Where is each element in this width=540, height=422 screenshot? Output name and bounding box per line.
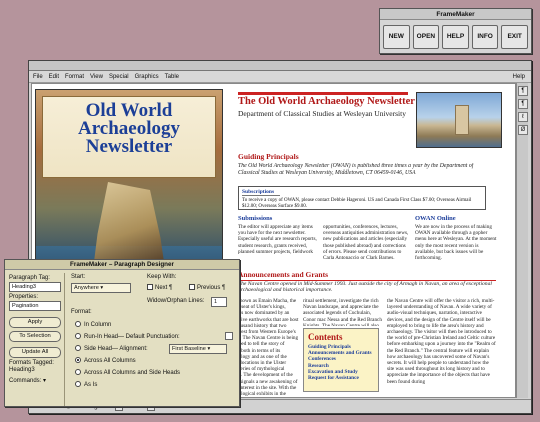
announcements-intro: The Navan Centre opened in Mid-Summer 19…: [238, 281, 492, 294]
tower-graphic: [455, 105, 469, 135]
menu-bar: File Edit Format View Special Graphics T…: [29, 71, 531, 83]
paragraph-designer-dialog: FrameMaker – Paragraph Designer Paragrap…: [4, 259, 240, 407]
table-catalog-icon[interactable]: Ø: [518, 125, 528, 135]
newsletter-title: The Old World Archaeology Newsletter: [238, 96, 415, 107]
format-label: Format:: [71, 309, 92, 315]
checkbox-icon: [147, 284, 153, 290]
format-option-label: As Is: [84, 382, 98, 388]
formats-tagged-label: Formats Tagged:: [9, 360, 54, 366]
commands-menu[interactable]: Commands: ▾: [9, 377, 64, 384]
keep-next-label: Next ¶: [155, 285, 173, 291]
newsletter-department: Department of Classical Studies at Wesle…: [238, 109, 406, 118]
widow-orphan-field[interactable]: 1: [211, 297, 227, 307]
menu-help[interactable]: Help: [513, 74, 525, 80]
menu-special[interactable]: Special: [109, 74, 129, 80]
help-button[interactable]: HELP: [442, 25, 469, 49]
info-button[interactable]: INFO: [471, 25, 499, 49]
widow-orphan-label: Widow/Orphan Lines:: [147, 298, 205, 304]
keep-next-checkbox[interactable]: Next ¶: [147, 284, 172, 291]
commands-label: Commands:: [9, 378, 42, 384]
subscriptions-heading: Subscriptions: [242, 189, 280, 196]
fortress-photo: [416, 92, 502, 148]
format-option-label: Across All Columns and Side Heads: [84, 370, 181, 376]
format-run-in-head[interactable]: Run-In Head— Default Punctuation:: [75, 333, 180, 340]
keep-previous-label: Previous ¶: [197, 285, 226, 291]
designer-left-panel: Paragraph Tag: Heading3 Properties: Pagi…: [8, 273, 65, 406]
framemaker-launcher: FrameMaker NEW OPEN HELP INFO EXIT: [379, 8, 532, 54]
online-heading: OWAN Online: [415, 215, 456, 222]
properties-label: Properties:: [9, 294, 39, 300]
alignment-value: First Baseline: [172, 346, 206, 352]
apply-button[interactable]: Apply: [9, 317, 61, 328]
open-button[interactable]: OPEN: [412, 25, 440, 49]
new-button[interactable]: NEW: [383, 25, 410, 49]
radio-icon: [75, 321, 81, 327]
submissions-text: The editor will appreciate any items you…: [238, 224, 317, 255]
checkbox-icon: [189, 284, 195, 290]
punctuation-field[interactable]: [225, 332, 233, 340]
radio-selected-icon: [75, 357, 81, 363]
start-label: Start:: [71, 274, 86, 280]
format-option-label: Run-In Head— Default Punctuation:: [84, 334, 180, 340]
contents-heading: Contents: [308, 332, 343, 342]
announcements-rule: [238, 280, 496, 281]
guiding-heading: Guiding Principals: [238, 152, 299, 161]
formats-tagged-value: Heading3: [9, 367, 35, 373]
menu-format[interactable]: Format: [65, 74, 84, 80]
keep-with-label: Keep With:: [147, 274, 177, 280]
format-side-head[interactable]: Side Head— Alignment:: [75, 345, 148, 352]
format-across-all-and-side-heads[interactable]: Across All Columns and Side Heads: [75, 369, 180, 376]
vertical-toolbar: ¶ ¶ ℓ Ø: [516, 83, 528, 398]
menu-file[interactable]: File: [33, 74, 43, 80]
menu-view[interactable]: View: [90, 74, 103, 80]
announcements-heading: Announcements and Grants: [238, 270, 329, 279]
designer-right-panel: Start: Anywhere ▾ Keep With: Next ¶ Prev…: [69, 273, 237, 406]
contents-item[interactable]: Request for Assistance: [308, 375, 374, 381]
to-selection-button[interactable]: To Selection: [9, 331, 61, 342]
keep-previous-checkbox[interactable]: Previous ¶: [189, 284, 225, 291]
format-as-is[interactable]: As Is: [75, 381, 97, 388]
article-column-2: ritual settlement, investigate the rich …: [303, 298, 382, 326]
paragraph-format-icon[interactable]: ¶: [518, 99, 528, 109]
format-option-label: In Column: [84, 322, 112, 328]
start-value: Anywhere: [74, 285, 99, 291]
article-column-3: the Navan Centre will offer the visitor …: [387, 298, 496, 385]
submissions-heading: Submissions: [238, 215, 273, 222]
format-in-column[interactable]: In Column: [75, 321, 111, 328]
launcher-buttons: NEW OPEN HELP INFO EXIT: [380, 20, 531, 54]
guiding-text: The Old World Archaeology Newsletter (OW…: [238, 163, 474, 176]
update-all-button[interactable]: Update All: [9, 347, 61, 358]
title-rule: [238, 92, 408, 95]
contents-box: Contents Guiding Principals Announcement…: [303, 328, 379, 392]
online-text: We are now in the process of making OWAN…: [415, 224, 497, 262]
menu-edit[interactable]: Edit: [49, 74, 59, 80]
exit-button[interactable]: EXIT: [501, 25, 528, 49]
subscriptions-box: Subscriptions To receive a copy of OWAN,…: [238, 186, 486, 210]
ship-graphic: [94, 182, 164, 262]
alignment-select[interactable]: First Baseline ▾: [169, 344, 227, 354]
format-option-label: Across All Columns: [84, 358, 136, 364]
subscriptions-text: To receive a copy of OWAN, please contac…: [242, 198, 472, 209]
properties-select[interactable]: Pagination: [9, 301, 61, 311]
format-option-label: Side Head— Alignment:: [84, 346, 148, 352]
masthead-line-3: Newsletter: [85, 136, 173, 157]
radio-icon: [75, 345, 81, 351]
launcher-title: FrameMaker: [380, 9, 531, 20]
radio-icon: [75, 333, 81, 339]
character-catalog-icon[interactable]: ℓ: [518, 112, 528, 122]
tag-label: Paragraph Tag:: [9, 275, 50, 281]
paragraph-tag-field[interactable]: Heading3: [9, 282, 61, 292]
menu-table[interactable]: Table: [165, 74, 179, 80]
radio-icon: [75, 381, 81, 387]
document-titlebar[interactable]: [29, 61, 531, 71]
paragraph-catalog-icon[interactable]: ¶: [518, 86, 528, 96]
radio-icon: [75, 369, 81, 375]
masthead-title: Old World Archaeology Newsletter: [36, 101, 222, 157]
menu-graphics[interactable]: Graphics: [135, 74, 159, 80]
format-across-all-columns[interactable]: Across All Columns: [75, 357, 136, 364]
start-select[interactable]: Anywhere ▾: [71, 283, 131, 293]
designer-title[interactable]: FrameMaker – Paragraph Designer: [5, 260, 239, 270]
middle-column-text: opportunities, conferences, lectures, ov…: [323, 224, 409, 262]
